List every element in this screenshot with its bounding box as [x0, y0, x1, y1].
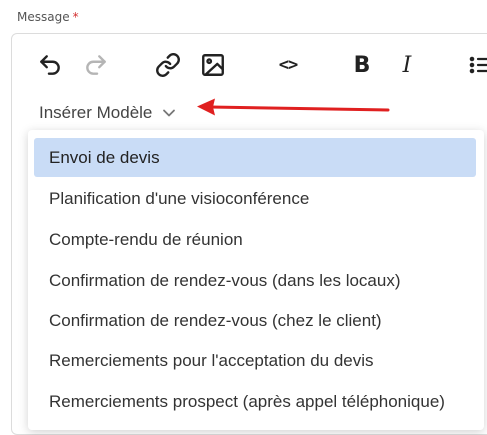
template-option-compte-rendu[interactable]: Compte-rendu de réunion: [34, 220, 476, 259]
link-button[interactable]: [154, 51, 182, 79]
redo-button[interactable]: [82, 51, 110, 79]
message-field-label: Message *: [17, 10, 79, 24]
redo-icon: [86, 55, 106, 75]
template-option-envoi-devis[interactable]: Envoi de devis: [34, 138, 476, 177]
italic-button[interactable]: I: [393, 51, 421, 79]
code-icon: <>: [278, 55, 299, 75]
bold-icon: B: [353, 52, 371, 78]
list-button[interactable]: [466, 51, 487, 79]
annotation-arrow-icon: [197, 98, 390, 116]
image-button[interactable]: [199, 51, 227, 79]
message-label-text: Message: [17, 10, 70, 24]
editor-toolbar: <> B I: [12, 34, 487, 96]
template-option-remerciements-devis[interactable]: Remerciements pour l'acceptation du devi…: [34, 341, 476, 380]
option-label: Envoi de devis: [49, 147, 160, 167]
template-option-visioconference[interactable]: Planification d'une visioconférence: [34, 179, 476, 218]
insert-template-button[interactable]: Insérer Modèle: [39, 103, 176, 123]
option-label: Remerciements prospect (après appel télé…: [49, 391, 445, 411]
undo-button[interactable]: [36, 51, 64, 79]
chevron-down-icon: [162, 108, 176, 118]
template-option-remerciements-prospect[interactable]: Remerciements prospect (après appel télé…: [34, 382, 476, 421]
template-dropdown-menu: Envoi de devis Planification d'une visio…: [28, 130, 484, 430]
bold-button[interactable]: B: [348, 51, 376, 79]
option-label: Remerciements pour l'acceptation du devi…: [49, 350, 374, 370]
editor-content-fragment: [479, 295, 487, 309]
list-icon: [469, 56, 487, 74]
option-label: Confirmation de rendez-vous (chez le cli…: [49, 310, 382, 330]
required-asterisk: *: [72, 10, 79, 24]
insert-template-label: Insérer Modèle: [39, 103, 153, 122]
code-button[interactable]: <>: [274, 51, 302, 79]
option-label: Planification d'une visioconférence: [49, 188, 310, 208]
option-label: Compte-rendu de réunion: [49, 229, 243, 249]
link-icon: [156, 53, 180, 77]
image-icon: [202, 54, 224, 76]
italic-icon: I: [402, 52, 412, 78]
template-option-rdv-client[interactable]: Confirmation de rendez-vous (chez le cli…: [34, 301, 476, 340]
option-label: Confirmation de rendez-vous (dans les lo…: [49, 270, 401, 290]
undo-icon: [40, 55, 60, 75]
template-option-rdv-locaux[interactable]: Confirmation de rendez-vous (dans les lo…: [34, 261, 476, 300]
